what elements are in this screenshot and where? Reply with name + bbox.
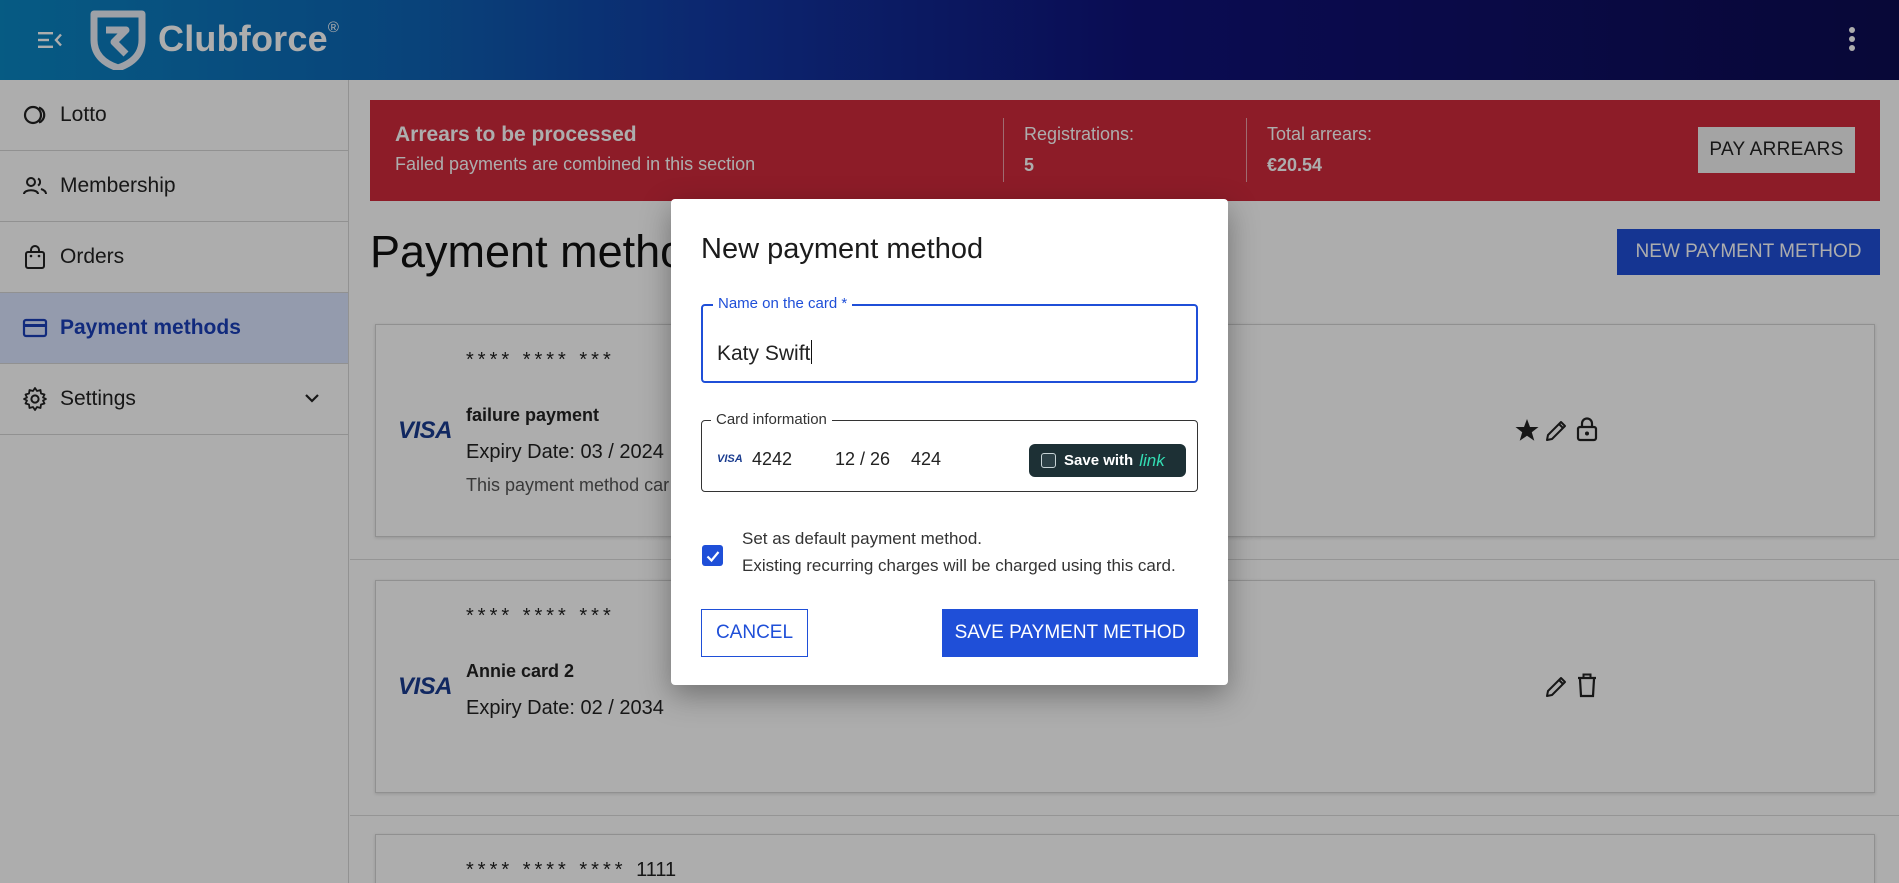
link-checkbox[interactable]: [1041, 453, 1056, 468]
save-with-link-toggle[interactable]: Save with link: [1029, 444, 1186, 477]
name-on-card-input[interactable]: Name on the card * Katy Swift: [701, 295, 1198, 383]
default-payment-hint: Existing recurring charges will be charg…: [742, 556, 1176, 575]
new-payment-method-dialog: New payment method Name on the card * Ka…: [671, 199, 1228, 685]
checkmark-icon: [706, 550, 719, 562]
save-payment-method-button[interactable]: SAVE PAYMENT METHOD: [942, 609, 1198, 657]
dialog-title: New payment method: [701, 233, 984, 265]
default-payment-label: Set as default payment method.: [742, 529, 983, 548]
cancel-button[interactable]: CANCEL: [701, 609, 808, 657]
save-with-link-label: Save with: [1064, 452, 1134, 469]
card-number-field[interactable]: 4242: [752, 449, 792, 470]
card-information-label: Card information: [711, 411, 832, 428]
name-on-card-value[interactable]: Katy Swift: [717, 340, 813, 366]
card-information-input[interactable]: Card information VISA 4242 12 / 26 424 S…: [701, 411, 1198, 492]
default-payment-checkbox[interactable]: [702, 545, 723, 566]
card-cvc-field[interactable]: 424: [911, 449, 941, 470]
visa-logo-icon: VISA: [717, 453, 743, 465]
card-expiry-field[interactable]: 12 / 26: [835, 449, 890, 470]
name-on-card-label: Name on the card *: [713, 295, 853, 312]
link-logo: link: [1139, 450, 1165, 470]
